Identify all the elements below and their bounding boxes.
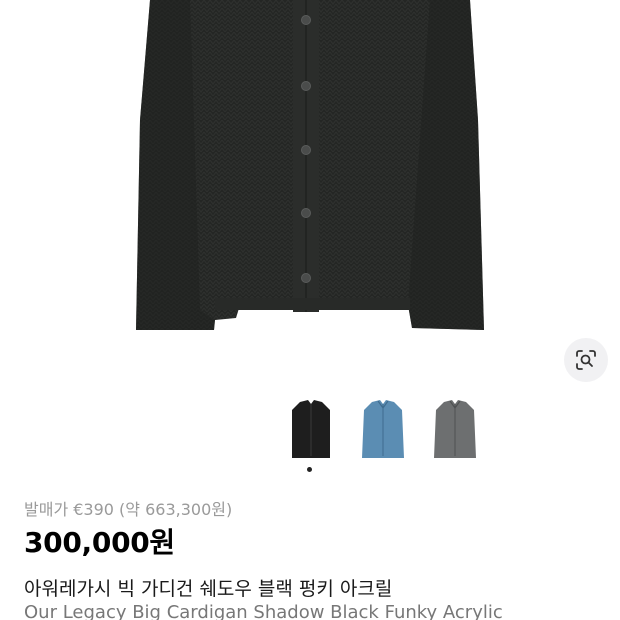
- color-thumbnails: [0, 396, 620, 466]
- cardigan-illustration: [136, 0, 484, 330]
- sale-price: 300,000원: [24, 526, 175, 559]
- thumbnail-black[interactable]: [280, 396, 342, 462]
- retail-price: 발매가 €390 (약 663,300원): [24, 500, 233, 519]
- image-search-button[interactable]: [564, 338, 608, 382]
- cardigan-thumbnail-black: [292, 400, 330, 458]
- thumbnail-grey[interactable]: [424, 396, 486, 462]
- cardigan-thumbnail-grey: [434, 400, 476, 458]
- product-title-english: Our Legacy Big Cardigan Shadow Black Fun…: [24, 602, 503, 620]
- thumbnail-blue[interactable]: [352, 396, 414, 462]
- cardigan-thumbnail-blue: [362, 400, 404, 458]
- active-thumbnail-indicator: [307, 467, 312, 472]
- product-main-image[interactable]: [0, 0, 620, 392]
- image-search-icon: [576, 350, 596, 370]
- product-title-korean: 아워레가시 빅 가디건 쉐도우 블랙 펑키 아크릴: [24, 578, 393, 600]
